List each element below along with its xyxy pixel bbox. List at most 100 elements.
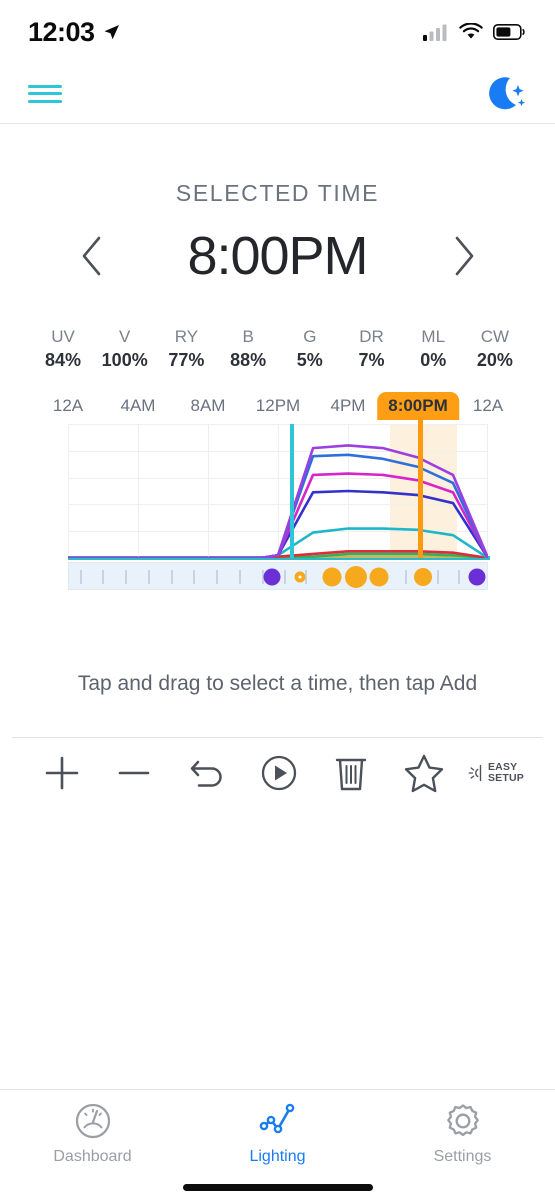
channel-cw: CW 20% — [466, 326, 524, 372]
tab-lighting[interactable]: Lighting — [203, 1100, 353, 1166]
channel-uv: UV 84% — [34, 326, 92, 372]
status-bar-clock: 12:03 — [28, 16, 95, 47]
channel-value: 7% — [358, 350, 385, 370]
orange-point[interactable] — [369, 567, 389, 587]
tab-dashboard[interactable]: Dashboard — [18, 1100, 168, 1166]
chart-x-axis: 12A 4AM 8AM 12PM 4PM 8:00PM 12A — [0, 392, 555, 424]
hamburger-line — [28, 92, 62, 95]
status-bar-indicators — [423, 23, 525, 41]
channel-b: B 88% — [219, 326, 277, 372]
chart-series-v — [68, 453, 488, 558]
undo-button[interactable] — [179, 745, 235, 801]
chevron-right-icon — [455, 236, 473, 276]
hamburger-menu-icon[interactable] — [28, 82, 62, 106]
brightness-icon — [468, 764, 482, 782]
selected-time-label: SELECTED TIME — [175, 180, 380, 206]
remove-button[interactable] — [106, 745, 162, 801]
channel-name: UV — [51, 327, 75, 346]
trash-icon — [336, 758, 367, 791]
timeline-strip[interactable] — [68, 562, 488, 590]
orange-point[interactable] — [322, 567, 341, 587]
nav-bar — [0, 64, 555, 124]
x-axis-label: 12PM — [255, 396, 301, 415]
selected-time-marker[interactable] — [418, 416, 423, 558]
add-button[interactable] — [34, 745, 90, 801]
channel-g: G 5% — [281, 326, 339, 372]
channel-v: V 100% — [96, 326, 154, 372]
tab-dashboard-label: Dashboard — [53, 1148, 132, 1165]
lighting-schedule-chart[interactable]: 12A 4AM 8AM 12PM 4PM 8:00PM 12A — [0, 392, 555, 600]
easy-setup-label-line2: SETUP — [487, 772, 524, 784]
status-bar: 12:03 — [0, 0, 555, 64]
x-axis-label: 8AM — [190, 396, 226, 415]
star-icon — [404, 754, 443, 793]
minus-icon — [119, 771, 150, 775]
undo-arrow-icon — [190, 760, 222, 787]
ramp-end-point[interactable] — [468, 568, 486, 586]
x-axis-label: 4PM — [330, 396, 366, 415]
tab-settings-label: Settings — [433, 1148, 492, 1165]
channel-ry: RY 77% — [157, 326, 215, 372]
channel-value: 20% — [476, 350, 513, 370]
gauge-icon — [75, 1103, 110, 1139]
battery-icon — [493, 24, 525, 40]
line-chart-icon — [259, 1103, 294, 1134]
chart-plot-area[interactable] — [68, 416, 490, 560]
timeline-tick — [305, 570, 308, 584]
chart-series-ry — [68, 472, 488, 558]
plus-icon — [45, 756, 79, 790]
channel-values-row: UV 84% V 100% RY 77% B 88% G 5% DR 7% ML 0% CW 20% — [34, 326, 524, 372]
favorite-button[interactable] — [396, 745, 452, 801]
selected-point[interactable] — [413, 568, 432, 586]
timeline-tick — [216, 570, 218, 584]
current-time-marker — [290, 424, 295, 558]
location-arrow-icon — [104, 24, 119, 39]
channel-value: 0% — [420, 350, 447, 370]
bottom-tab-bar: Dashboard Lighting Settings — [0, 1090, 555, 1176]
channel-name: V — [119, 327, 131, 346]
timeline-tick — [457, 570, 460, 584]
timeline-tick — [125, 570, 127, 584]
selected-time-value[interactable]: 8:00PM — [148, 225, 408, 287]
x-axis-label: 12A — [52, 396, 84, 415]
x-axis-label: 12A — [472, 396, 504, 415]
moon-night-mode-icon[interactable] — [483, 72, 527, 116]
small-point[interactable] — [294, 571, 306, 583]
previous-time-button[interactable] — [72, 230, 112, 282]
timeline-tick — [170, 570, 173, 584]
wifi-icon — [459, 23, 483, 39]
play-button[interactable] — [251, 745, 307, 801]
channel-name: B — [242, 327, 254, 346]
hamburger-line — [28, 99, 62, 103]
chart-series-uv — [68, 444, 488, 558]
channel-value: 88% — [230, 350, 267, 370]
app-root: 12:03 SELECTED TIME 8:00PM UV 84% V 100%… — [0, 0, 555, 1200]
channel-name: DR — [359, 327, 384, 346]
timeline-tick — [284, 570, 287, 584]
chart-toolbar: EASY SETUP — [34, 738, 524, 808]
easy-setup-label: EASY SETUP — [487, 761, 524, 785]
channel-value: 77% — [168, 350, 205, 370]
timeline-tick — [436, 570, 439, 584]
channel-name: G — [303, 327, 317, 346]
status-bar-time-group: 12:03 — [28, 17, 120, 48]
easy-setup-button[interactable]: EASY SETUP — [468, 745, 524, 801]
x-axis-label: 4AM — [120, 396, 156, 415]
channel-dr: DR 7% — [343, 326, 401, 372]
play-circle-icon — [261, 755, 297, 791]
tab-lighting-label: Lighting — [249, 1148, 306, 1165]
chart-series-layer — [68, 444, 488, 558]
chart-hint-text: Tap and drag to select a time, then tap … — [77, 672, 478, 695]
timeline-tick — [238, 570, 241, 584]
next-time-button[interactable] — [444, 230, 484, 282]
channel-name: ML — [421, 327, 446, 346]
ramp-start-point[interactable] — [263, 568, 281, 586]
delete-button[interactable] — [323, 745, 379, 801]
channel-ml: ML 0% — [404, 326, 462, 372]
tab-settings[interactable]: Settings — [388, 1100, 538, 1166]
cellular-signal-icon — [423, 24, 447, 41]
timeline-tick — [405, 570, 407, 584]
gear-icon — [446, 1104, 479, 1137]
chevron-left-icon — [82, 236, 100, 276]
orange-point[interactable] — [345, 566, 367, 588]
